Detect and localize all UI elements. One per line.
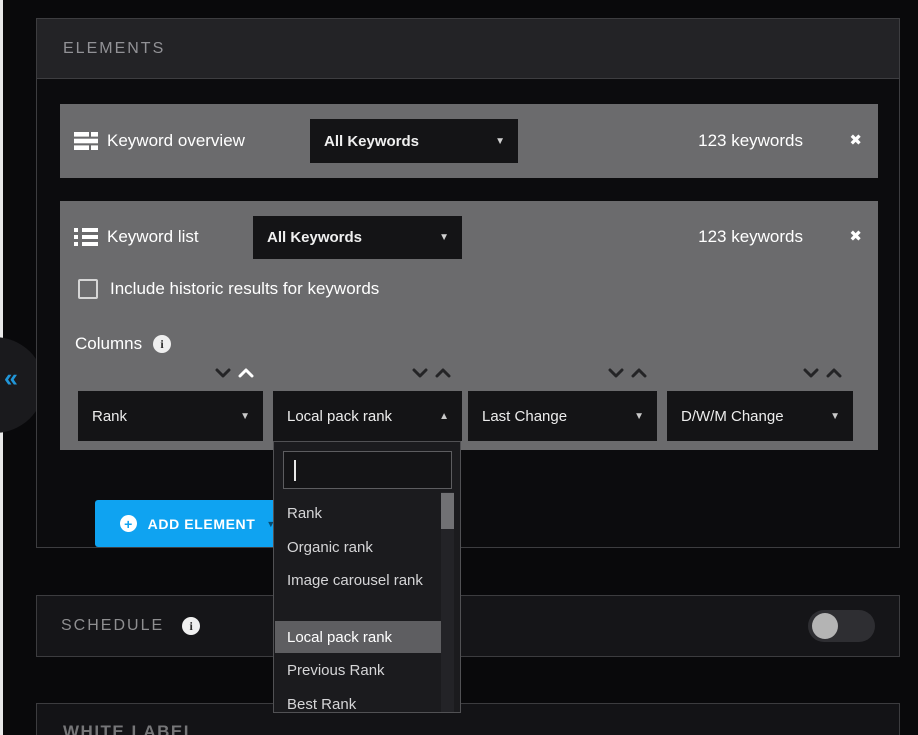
option-previous-rank[interactable]: Previous Rank	[275, 653, 441, 687]
column-options-dropdown: Rank Organic rank Image carousel rank Lo…	[273, 441, 461, 713]
add-element-label: ADD ELEMENT	[148, 516, 256, 532]
sort-down-icon[interactable]	[608, 367, 624, 379]
dropdown-scrollbar-thumb[interactable]	[441, 493, 454, 529]
sort-up-icon-active[interactable]	[238, 367, 254, 379]
schedule-title: SCHEDULE	[61, 617, 164, 635]
caret-down-icon: ▼	[830, 411, 840, 422]
column-select-3-value: Last Change	[482, 408, 567, 425]
elements-panel: ELEMENTS Keyword overview All Keywords ▼…	[36, 18, 900, 548]
sort-up-icon[interactable]	[435, 367, 451, 379]
keyword-list-card: Keyword list All Keywords ▼ 123 keywords…	[60, 201, 878, 450]
sort-down-icon[interactable]	[215, 367, 231, 379]
column-select-4-value: D/W/M Change	[681, 408, 784, 425]
schedule-section: SCHEDULE i	[36, 595, 900, 657]
keyword-list-icon	[74, 227, 98, 252]
option-organic-rank[interactable]: Organic rank	[275, 530, 441, 564]
sort-controls-col-1	[215, 367, 254, 379]
historic-results-checkbox[interactable]	[78, 279, 98, 299]
elements-panel-title: ELEMENTS	[63, 40, 165, 58]
keyword-overview-icon	[74, 131, 98, 156]
keyword-overview-filter-select[interactable]: All Keywords ▼	[310, 119, 518, 163]
option-rank[interactable]: Rank	[275, 496, 441, 530]
keyword-overview-remove-icon[interactable]: ✖	[849, 133, 862, 148]
caret-down-icon: ▼	[495, 136, 505, 147]
schedule-info-icon[interactable]: i	[182, 617, 200, 635]
keyword-list-label: Keyword list	[107, 227, 199, 247]
sort-down-icon[interactable]	[412, 367, 428, 379]
column-select-2-value: Local pack rank	[287, 408, 392, 425]
text-caret	[294, 460, 296, 481]
caret-down-icon: ▼	[439, 232, 449, 243]
column-select-4[interactable]: D/W/M Change ▼	[667, 391, 853, 441]
schedule-toggle-knob	[812, 613, 838, 639]
white-label-section: WHITE LABEL	[36, 703, 900, 735]
report-builder-screen: « ELEMENTS Keyword overview All Keywords…	[0, 0, 918, 735]
column-select-1-value: Rank	[92, 408, 127, 425]
sort-controls-col-4	[803, 367, 842, 379]
collapse-chevron-icon[interactable]: «	[4, 366, 18, 391]
caret-down-icon: ▼	[634, 411, 644, 422]
column-search-input[interactable]	[283, 451, 452, 489]
elements-panel-header: ELEMENTS	[37, 19, 899, 79]
keyword-overview-row: Keyword overview All Keywords ▼ 123 keyw…	[60, 104, 878, 178]
columns-info-icon[interactable]: i	[153, 335, 171, 353]
caret-down-icon: ▼	[240, 411, 250, 422]
keyword-list-count: 123 keywords	[698, 227, 803, 247]
add-element-button[interactable]: + ADD ELEMENT ▼	[95, 500, 300, 547]
option-best-rank[interactable]: Best Rank	[275, 687, 441, 713]
columns-label: Columns	[75, 334, 142, 354]
dropdown-scrollbar[interactable]	[441, 492, 454, 713]
keyword-overview-count: 123 keywords	[698, 131, 803, 151]
option-local-pack-rank[interactable]: Local pack rank	[275, 621, 441, 653]
keyword-list-filter-select[interactable]: All Keywords ▼	[253, 216, 462, 259]
columns-label-group: Columns i	[75, 334, 171, 354]
sort-down-icon[interactable]	[803, 367, 819, 379]
keyword-list-filter-value: All Keywords	[267, 229, 362, 246]
historic-results-label: Include historic results for keywords	[110, 279, 379, 299]
column-select-1[interactable]: Rank ▼	[78, 391, 263, 441]
caret-up-icon: ▲	[439, 411, 449, 422]
sort-controls-col-3	[608, 367, 647, 379]
keyword-overview-label: Keyword overview	[107, 131, 245, 151]
schedule-toggle[interactable]	[808, 610, 875, 642]
sort-up-icon[interactable]	[631, 367, 647, 379]
plus-icon: +	[120, 515, 137, 532]
keyword-overview-filter-value: All Keywords	[324, 133, 419, 150]
option-image-carousel-rank[interactable]: Image carousel rank	[275, 564, 441, 621]
white-label-title: WHITE LABEL	[63, 722, 196, 735]
column-select-2-open[interactable]: Local pack rank ▲	[273, 391, 462, 441]
sort-up-icon[interactable]	[826, 367, 842, 379]
keyword-list-remove-icon[interactable]: ✖	[849, 229, 862, 244]
sort-controls-col-2	[412, 367, 451, 379]
column-select-3[interactable]: Last Change ▼	[468, 391, 657, 441]
